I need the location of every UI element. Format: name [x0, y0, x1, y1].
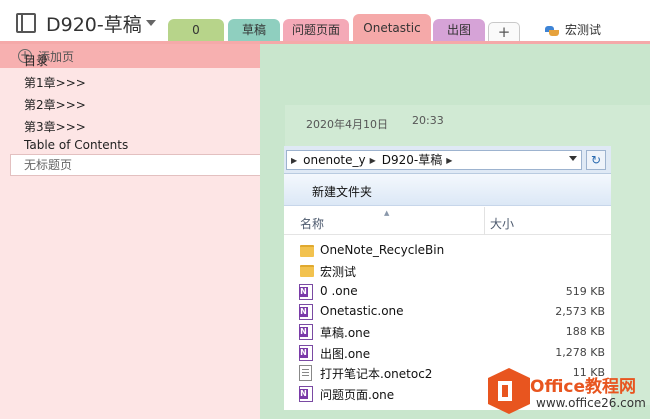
breadcrumb-item[interactable]: onenote_y	[303, 153, 365, 167]
page-item-chapter-3[interactable]: 第3章>>>	[24, 118, 86, 135]
chevron-down-icon[interactable]	[146, 20, 156, 26]
macro-icon	[545, 25, 559, 36]
file-name: 出图.one	[320, 347, 371, 361]
notebook-toc-file-icon	[299, 365, 312, 381]
onenote-file-icon	[299, 386, 313, 402]
file-row[interactable]: Onetastic.one 2,573 KB	[284, 302, 611, 322]
notebook-title[interactable]: D920-草稿	[46, 10, 142, 37]
add-section-button[interactable]: +	[488, 22, 520, 41]
file-name: 草稿.one	[320, 326, 371, 340]
page-item-toc[interactable]: 目录	[24, 52, 48, 69]
column-divider[interactable]	[484, 207, 485, 235]
file-name: 打开笔记本.onetoc2	[320, 367, 433, 381]
section-tab-problem-pages[interactable]: 问题页面	[283, 19, 349, 41]
section-tab-0[interactable]: 0	[168, 19, 224, 41]
section-tab-label: 出图	[446, 23, 471, 37]
section-tab-onetastic[interactable]: Onetastic	[353, 14, 431, 42]
page-item-untitled[interactable]: 无标题页	[10, 154, 260, 176]
file-name: Onetastic.one	[320, 304, 404, 318]
chevron-right-icon: ▶	[369, 156, 376, 165]
onenote-file-icon	[299, 324, 313, 340]
page-item-chapter-1[interactable]: 第1章>>>	[24, 74, 86, 91]
section-tab-label: Onetastic	[363, 21, 421, 35]
macro-label: 宏测试	[565, 23, 602, 37]
file-row[interactable]: 草稿.one 188 KB	[284, 322, 611, 342]
folder-icon	[300, 265, 314, 277]
file-name: 0 .one	[320, 284, 358, 298]
file-row[interactable]: 0 .one 519 KB	[284, 282, 611, 302]
onenote-file-icon	[299, 304, 313, 320]
page-item-chapter-2[interactable]: 第2章>>>	[24, 96, 86, 113]
chevron-right-icon: ▶	[291, 156, 298, 165]
watermark: Office教程网 www.office26.com	[486, 366, 650, 419]
file-name: OneNote_RecycleBin	[320, 243, 445, 257]
column-size[interactable]: 大小	[490, 215, 514, 232]
file-size: 519 KB	[565, 285, 605, 298]
macro-button[interactable]: 宏测试	[545, 20, 601, 40]
onenote-file-icon	[299, 284, 313, 300]
new-folder-button[interactable]: 新建文件夹	[312, 183, 372, 200]
address-box[interactable]: ▶ onenote_y ▶ D920-草稿 ▶	[286, 150, 582, 170]
column-header: 名称 ▲ 大小	[284, 207, 611, 235]
page-date: 2020年4月10日	[306, 118, 388, 131]
file-row[interactable]: 宏测试	[284, 261, 611, 281]
file-name: 问题页面.one	[320, 388, 395, 402]
page-time: 20:33	[412, 114, 444, 127]
watermark-url: www.office26.com	[536, 396, 646, 410]
file-size: 1,278 KB	[555, 346, 605, 359]
section-tab-output[interactable]: 出图	[433, 19, 485, 41]
sort-arrow-icon: ▲	[384, 209, 390, 217]
folder-icon	[300, 245, 314, 257]
file-size: 2,573 KB	[555, 305, 605, 318]
section-tab-label: 草稿	[241, 23, 266, 37]
file-row[interactable]: 出图.one 1,278 KB	[284, 343, 611, 363]
explorer-toolbar: 新建文件夹	[284, 174, 611, 206]
section-tab-label: 问题页面	[291, 23, 340, 37]
file-size: 188 KB	[565, 325, 605, 338]
page-item-table-of-contents[interactable]: Table of Contents	[24, 138, 128, 152]
chevron-down-icon[interactable]	[569, 156, 577, 161]
file-row[interactable]: OneNote_RecycleBin	[284, 241, 611, 261]
column-name[interactable]: 名称	[300, 215, 324, 232]
watermark-title: Office教程网	[530, 377, 637, 397]
notebook-header: D920-草稿 0 草稿 问题页面 Onetastic 出图 + 宏测试	[0, 0, 650, 42]
onenote-file-icon	[299, 345, 313, 361]
chevron-right-icon: ▶	[446, 156, 453, 165]
notebook-icon[interactable]	[16, 13, 36, 33]
file-name: 宏测试	[320, 265, 357, 279]
section-tab-label: 0	[192, 23, 200, 37]
office-logo-icon	[488, 368, 530, 414]
refresh-icon[interactable]: ↻	[586, 150, 606, 170]
breadcrumb-item[interactable]: D920-草稿	[382, 153, 442, 167]
section-tab-drafts[interactable]: 草稿	[228, 19, 280, 41]
address-bar: ▶ onenote_y ▶ D920-草稿 ▶ ↻	[284, 146, 611, 174]
